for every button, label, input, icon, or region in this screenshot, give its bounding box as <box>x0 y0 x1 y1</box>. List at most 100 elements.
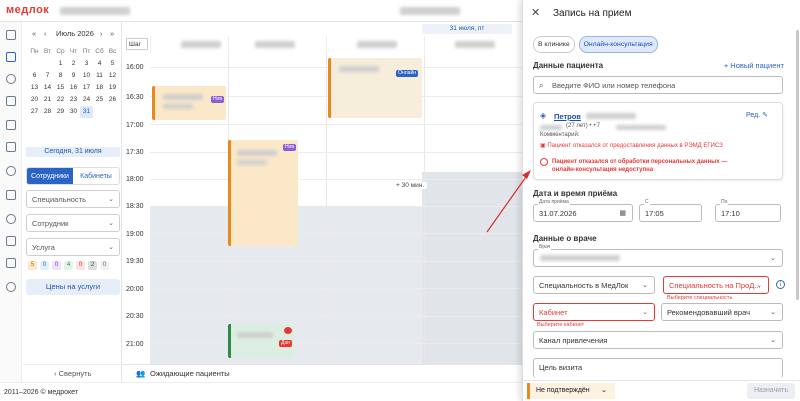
edit-patient-link[interactable]: Ред. ✎ <box>746 111 768 119</box>
calendar-day[interactable]: 24 <box>80 94 93 106</box>
referrer-select[interactable]: Рекомендовавший врач ⌄ <box>661 303 783 321</box>
calendar-day[interactable] <box>28 58 41 70</box>
puzzle-icon[interactable] <box>6 258 16 268</box>
calendar-day[interactable]: 13 <box>28 82 41 94</box>
calendar-day[interactable]: 1 <box>54 58 67 70</box>
calendar-day[interactable]: 26 <box>106 94 119 106</box>
employee-select[interactable]: Сотрудник ⌄ <box>26 214 120 232</box>
calendar-day[interactable]: 11 <box>93 70 106 82</box>
chip[interactable]: 0 <box>76 261 85 270</box>
calendar-day[interactable]: 5 <box>106 58 119 70</box>
calendar-day[interactable] <box>106 106 119 118</box>
appointment-card[interactable]: Нов <box>152 86 226 120</box>
calendar-day[interactable]: 19 <box>106 82 119 94</box>
box-icon[interactable] <box>6 190 16 200</box>
chip[interactable]: 0 <box>100 261 109 270</box>
chip[interactable]: 5 <box>28 261 37 270</box>
calendar-day[interactable]: 10 <box>80 70 93 82</box>
assign-button[interactable]: Назначить <box>747 383 795 399</box>
specialty-prodoctorov-select[interactable]: Специальность на ПроД... ⌄ <box>663 276 769 294</box>
cabinet-select[interactable]: Кабинет ⌄ <box>533 303 655 321</box>
specialty-medlok-select[interactable]: Специальность в МедЛок ⌄ <box>533 276 655 294</box>
chip[interactable]: 4 <box>64 261 73 270</box>
appointment-card[interactable]: Онлайн <box>328 58 422 118</box>
new-patient-link[interactable]: + Новый пациент <box>724 61 784 70</box>
calendar-day[interactable]: 12 <box>106 70 119 82</box>
info-icon[interactable]: i <box>776 280 785 289</box>
tab-online[interactable]: Онлайн-консультация <box>578 36 658 53</box>
calendar-day[interactable]: 20 <box>28 94 41 106</box>
appointment-card[interactable]: Дон <box>228 324 294 358</box>
calendar-small-icon[interactable]: ▦ <box>619 205 626 222</box>
calendar-day-today[interactable]: 31 <box>80 106 93 118</box>
collapse-button[interactable]: ‹ Свернуть <box>22 364 122 382</box>
appointment-card[interactable]: Нов <box>228 140 298 246</box>
calendar-day[interactable]: 8 <box>54 70 67 82</box>
visit-goal-field[interactable]: Цель визита <box>533 358 783 378</box>
calendar-day[interactable]: 25 <box>93 94 106 106</box>
calendar-day[interactable]: 18 <box>93 82 106 94</box>
tab-in-clinic[interactable]: В клинике <box>533 36 575 53</box>
today-button[interactable]: Сегодня, 31 июля <box>26 147 120 157</box>
patients-icon[interactable] <box>6 74 16 84</box>
waiting-patients-bar[interactable]: 👥 Ожидающие пациенты <box>122 364 522 382</box>
next-year-icon[interactable]: » <box>110 29 114 38</box>
close-icon[interactable]: ✕ <box>531 6 540 19</box>
time-to-value: 17:10 <box>721 209 740 218</box>
time-from-field[interactable]: С 17:05 <box>639 199 702 222</box>
doctor-select[interactable]: Врач ⌄ <box>533 244 783 267</box>
calendar-day[interactable] <box>41 58 54 70</box>
doctor-column-header[interactable] <box>228 36 324 54</box>
home-icon[interactable] <box>6 30 16 40</box>
calendar-day[interactable] <box>93 106 106 118</box>
plus-30-label[interactable]: + 30 мин. <box>393 182 428 189</box>
calendar-day[interactable]: 3 <box>80 58 93 70</box>
calendar-day[interactable]: 15 <box>54 82 67 94</box>
ruble-icon[interactable] <box>6 214 16 224</box>
calendar-day[interactable]: 21 <box>41 94 54 106</box>
calendar-day[interactable]: 14 <box>41 82 54 94</box>
patient-search-input[interactable]: ⌕ Введите ФИО или номер телефона <box>533 76 783 94</box>
money-icon[interactable] <box>6 166 16 176</box>
prev-month-icon[interactable]: ‹ <box>44 29 47 38</box>
calendar-day[interactable]: 16 <box>67 82 80 94</box>
tab-rooms[interactable]: Кабинеты <box>73 168 119 184</box>
status-select[interactable]: Не подтверждён ⌄ <box>527 383 615 399</box>
patient-name-link[interactable]: Петров <box>554 112 581 121</box>
calendar-icon[interactable] <box>6 52 16 62</box>
document-icon[interactable] <box>6 142 16 152</box>
gear-icon[interactable] <box>6 282 16 292</box>
next-month-icon[interactable]: › <box>100 29 103 38</box>
app-logo[interactable]: медлок <box>6 4 49 16</box>
calendar-day[interactable]: 17 <box>80 82 93 94</box>
time-to-field[interactable]: По 17:10 <box>715 199 781 222</box>
specialty-select[interactable]: Специальность ⌄ <box>26 190 120 208</box>
list-icon[interactable] <box>6 96 16 106</box>
calendar-day[interactable]: 23 <box>67 94 80 106</box>
prev-year-icon[interactable]: « <box>32 29 36 38</box>
tab-staff[interactable]: Сотрудники <box>27 168 73 184</box>
calendar-day[interactable]: 6 <box>28 70 41 82</box>
date-pill[interactable]: 31 июля, пт <box>422 24 512 34</box>
chart-icon[interactable] <box>6 120 16 130</box>
chip[interactable]: 2 <box>88 261 97 270</box>
calendar-day[interactable]: 22 <box>54 94 67 106</box>
calendar-day[interactable]: 2 <box>67 58 80 70</box>
calendar-day[interactable]: 27 <box>28 106 41 118</box>
calendar-day[interactable]: 7 <box>41 70 54 82</box>
calendar-day[interactable]: 30 <box>67 106 80 118</box>
date-field[interactable]: Дата приёма 31.07.2026 ▦ <box>533 199 633 222</box>
calendar-day[interactable]: 29 <box>54 106 67 118</box>
service-select[interactable]: Услуга ⌄ <box>26 238 120 256</box>
folder-icon[interactable] <box>6 236 16 246</box>
calendar-day[interactable]: 28 <box>41 106 54 118</box>
channel-select[interactable]: Канал привлечения ⌄ <box>533 331 783 349</box>
calendar-day[interactable]: 4 <box>93 58 106 70</box>
calendar-day[interactable]: 9 <box>67 70 80 82</box>
doctor-column-header[interactable] <box>326 36 422 54</box>
prices-button[interactable]: Цены на услуги <box>26 279 120 295</box>
chip[interactable]: 0 <box>52 261 61 270</box>
doctor-column-header[interactable] <box>424 36 522 54</box>
chip[interactable]: 0 <box>40 261 49 270</box>
modal-scrollbar[interactable] <box>796 30 799 300</box>
